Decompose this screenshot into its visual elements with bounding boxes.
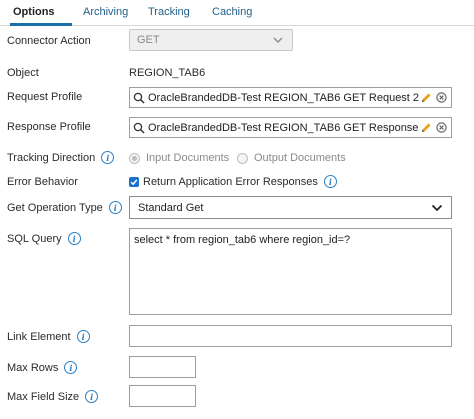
error-responses-label: Return Application Error Responses [143,175,318,188]
pencil-icon[interactable] [420,122,432,134]
active-tab-indicator [10,23,72,26]
search-icon[interactable] [133,92,145,104]
error-responses-checkbox-row[interactable]: Return Application Error Responses i [129,175,337,188]
sql-query-label: SQL Query i [7,232,81,245]
get-operation-type-select[interactable]: Standard Get [129,196,452,219]
request-profile-label: Request Profile [7,91,83,103]
info-icon[interactable]: i [323,175,337,188]
pencil-icon[interactable] [420,92,432,104]
response-profile-value: OracleBrandedDB-Test REGION_TAB6 GET Res… [148,121,420,134]
link-element-label: Link Element i [7,330,90,343]
request-profile-value: OracleBrandedDB-Test REGION_TAB6 GET Req… [148,91,420,104]
radio-button[interactable] [237,152,248,164]
max-field-size-input[interactable] [129,385,196,407]
info-icon[interactable]: i [108,201,122,214]
connector-action-label: Connector Action [7,35,91,47]
object-label: Object [7,67,39,79]
sql-query-textarea[interactable]: select * from region_tab6 where region_i… [129,228,452,315]
tab-options[interactable]: Options [13,6,55,18]
connector-action-value: GET [137,34,160,46]
info-icon[interactable]: i [85,390,99,403]
tab-caching[interactable]: Caching [212,6,252,18]
tab-archiving[interactable]: Archiving [83,6,128,18]
link-element-input[interactable] [129,325,452,347]
response-profile-label: Response Profile [7,121,91,133]
info-icon[interactable]: i [101,151,115,164]
max-rows-input[interactable] [129,356,196,378]
get-operation-type-label: Get Operation Type i [7,201,122,214]
info-icon[interactable]: i [64,361,78,374]
get-operation-type-value: Standard Get [138,201,204,214]
response-profile-field[interactable]: OracleBrandedDB-Test REGION_TAB6 GET Res… [129,117,452,138]
search-icon[interactable] [133,122,145,134]
connector-action-select[interactable]: GET [129,29,293,51]
radio-button[interactable] [129,152,140,164]
tracking-direction-label: Tracking Direction i [7,151,115,164]
chevron-down-icon [272,33,284,50]
error-behavior-label: Error Behavior [7,176,78,188]
chevron-down-icon [431,202,443,217]
info-icon[interactable]: i [76,330,90,343]
error-responses-checkbox[interactable] [129,176,139,187]
request-profile-field[interactable]: OracleBrandedDB-Test REGION_TAB6 GET Req… [129,87,452,108]
clear-icon[interactable] [436,92,447,103]
tab-tracking[interactable]: Tracking [148,6,190,18]
clear-icon[interactable] [436,122,447,133]
radio-output-documents[interactable]: Output Documents [237,152,346,164]
max-rows-label: Max Rows i [7,361,78,374]
info-icon[interactable]: i [67,232,81,245]
max-field-size-label: Max Field Size i [7,390,99,403]
object-value: REGION_TAB6 [129,67,206,79]
radio-input-documents[interactable]: Input Documents [129,152,229,164]
tab-bar: Options Archiving Tracking Caching [0,0,474,26]
